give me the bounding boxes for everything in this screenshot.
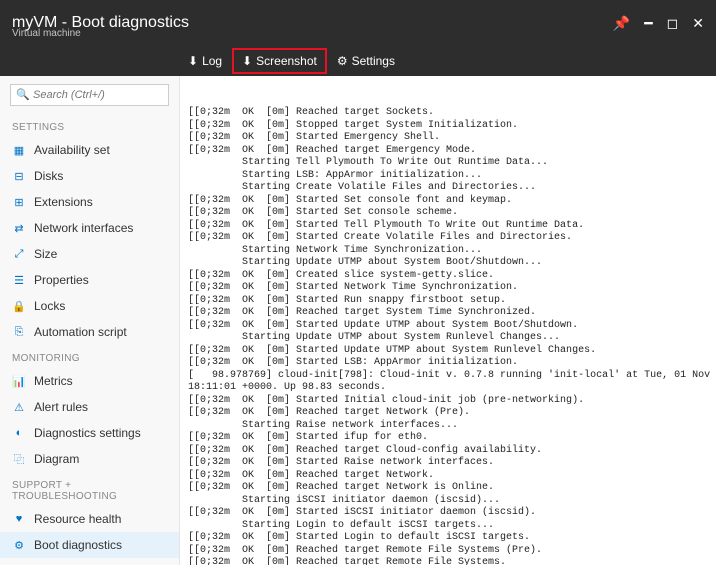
- sidebar-item-properties[interactable]: ☰ Properties: [0, 267, 179, 293]
- sidebar-item-label: Properties: [34, 273, 89, 287]
- metrics-icon: 📊: [12, 374, 26, 388]
- sidebar-item-metrics[interactable]: 📊 Metrics: [0, 368, 179, 394]
- sidebar-item-diagram[interactable]: ⿻ Diagram: [0, 446, 179, 472]
- alert-icon: ⚠: [12, 400, 26, 414]
- blade-header: myVM - Boot diagnostics Virtual machine …: [0, 0, 716, 46]
- sidebar-item-label: Automation script: [34, 325, 127, 339]
- sidebar-item-label: Locks: [34, 299, 65, 313]
- sidebar-item-label: Size: [34, 247, 57, 261]
- screenshot-label: Screenshot: [256, 54, 317, 68]
- sidebar-item-label: Network interfaces: [34, 221, 133, 235]
- network-icon: ⇄: [12, 221, 26, 235]
- sidebar-item-alerts[interactable]: ⚠ Alert rules: [0, 394, 179, 420]
- sidebar-item-label: Resource health: [34, 512, 121, 526]
- sidebar-item-reset-password[interactable]: ✱Reset password: [0, 558, 179, 565]
- sidebar-item-label: Extensions: [34, 195, 93, 209]
- sidebar-item-label: Diagnostics settings: [34, 426, 141, 440]
- sidebar-item-nics[interactable]: ⇄ Network interfaces: [0, 215, 179, 241]
- sidebar-item-disks[interactable]: ⊟ Disks: [0, 163, 179, 189]
- settings-label: Settings: [352, 54, 395, 68]
- console-output: [[0;32m OK [0m] Reached target Sockets. …: [180, 76, 716, 565]
- search-input[interactable]: [10, 84, 169, 106]
- section-support: SUPPORT + TROUBLESHOOTING: [0, 472, 179, 506]
- section-monitoring: MONITORING: [0, 345, 179, 368]
- sidebar-item-label: Boot diagnostics: [34, 538, 122, 552]
- disks-icon: ⊟: [12, 169, 26, 183]
- sidebar-item-extensions[interactable]: ⊞ Extensions: [0, 189, 179, 215]
- sidebar-item-label: Disks: [34, 169, 63, 183]
- sidebar-item-boot-diagnostics[interactable]: ⚙ Boot diagnostics: [0, 532, 179, 558]
- diagram-icon: ⿻: [12, 452, 26, 466]
- health-icon: ♥: [12, 512, 26, 526]
- download-icon: ⬇: [188, 54, 198, 68]
- sidebar-item-size[interactable]: ⤢ Size: [0, 241, 179, 267]
- boot-icon: ⚙: [12, 538, 26, 552]
- sidebar: 🔍 SETTINGS ▦ Availability set ⊟ Disks ⊞ Ext…: [0, 76, 180, 565]
- page-subtitle: Virtual machine: [12, 28, 81, 39]
- properties-icon: ☰: [12, 273, 26, 287]
- settings-button[interactable]: ⚙ Settings: [329, 50, 403, 72]
- lock-icon: 🔒: [12, 299, 26, 313]
- size-icon: ⤢: [12, 247, 26, 261]
- download-icon: ⬇: [242, 54, 252, 68]
- sidebar-item-resource-health[interactable]: ♥ Resource health: [0, 506, 179, 532]
- diag-icon: ◐: [12, 426, 26, 440]
- close-icon[interactable]: ✕: [692, 15, 704, 32]
- search-container: 🔍: [10, 84, 169, 106]
- sidebar-item-diagnostics-settings[interactable]: ◐ Diagnostics settings: [0, 420, 179, 446]
- sidebar-item-label: Availability set: [34, 143, 110, 157]
- log-label: Log: [202, 54, 222, 68]
- minimize-icon[interactable]: ━: [644, 15, 652, 32]
- extensions-icon: ⊞: [12, 195, 26, 209]
- toolbar: ⬇ Log ⬇ Screenshot ⚙ Settings: [0, 46, 716, 76]
- gear-icon: ⚙: [337, 54, 348, 68]
- availability-icon: ▦: [12, 143, 26, 157]
- sidebar-item-availability[interactable]: ▦ Availability set: [0, 137, 179, 163]
- log-button[interactable]: ⬇ Log: [180, 50, 230, 72]
- screenshot-button[interactable]: ⬇ Screenshot: [232, 48, 327, 74]
- pin-icon[interactable]: 📌: [613, 15, 630, 32]
- search-icon: 🔍: [16, 88, 30, 101]
- console-lines: [[0;32m OK [0m] Reached target Sockets. …: [188, 107, 708, 565]
- sidebar-item-label: Diagram: [34, 452, 79, 466]
- sidebar-item-automation[interactable]: ⎘ Automation script: [0, 319, 179, 345]
- section-settings: SETTINGS: [0, 114, 179, 137]
- sidebar-item-label: Metrics: [34, 374, 73, 388]
- script-icon: ⎘: [12, 325, 26, 339]
- sidebar-item-locks[interactable]: 🔒 Locks: [0, 293, 179, 319]
- sidebar-item-label: Alert rules: [34, 400, 88, 414]
- maximize-icon[interactable]: ◻: [667, 15, 679, 32]
